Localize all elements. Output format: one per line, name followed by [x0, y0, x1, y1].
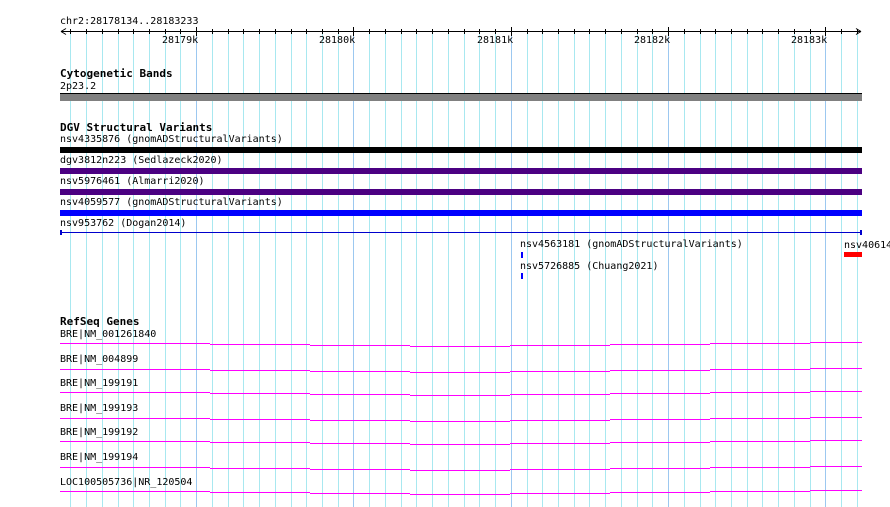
dgv-feature[interactable]	[521, 273, 523, 279]
dgv-label: nsv4059577 (gnomADStructuralVariants)	[60, 197, 283, 208]
dgv-label: dgv3812n223 (Sedlazeck2020)	[60, 155, 223, 166]
gene-label: BRE|NM_001261840	[60, 329, 157, 340]
dgv-feature[interactable]	[60, 189, 862, 195]
gene-label: LOC100505736|NR_120504	[60, 476, 193, 488]
gene-label: BRE|NM_199191	[60, 378, 139, 390]
dgv-label: nsv5976461 (Almarri2020)	[60, 176, 205, 187]
dgv-label: nsv5726885 (Chuang2021)	[520, 261, 659, 272]
dgv-feature[interactable]	[521, 252, 523, 258]
dgv-feature[interactable]	[60, 232, 862, 233]
feature-end-tick	[60, 230, 62, 235]
track-title-cytobands: Cytogenetic Bands	[60, 67, 173, 80]
dgv-feature[interactable]	[60, 168, 862, 174]
cytoband-label: 2p23.2	[60, 81, 97, 92]
dgv-feature[interactable]	[60, 210, 862, 216]
gene-label: BRE|NM_199192	[60, 427, 139, 439]
dgv-feature[interactable]	[60, 147, 862, 153]
dgv-feature[interactable]	[844, 252, 862, 257]
track-title-dgv: DGV Structural Variants	[60, 121, 213, 134]
gene-label: BRE|NM_199194	[60, 452, 139, 463]
ruler-tick-label: 28182k	[634, 35, 671, 46]
dgv-label: nsv953762 (Dogan2014)	[60, 218, 187, 229]
track-title-refseq: RefSeq Genes	[60, 315, 140, 328]
gene-label: BRE|NM_004899	[60, 353, 139, 365]
dgv-label: nsv4335876 (gnomADStructuralVariants)	[60, 134, 283, 145]
ruler-tick-label: 28179k	[162, 35, 199, 46]
region-label: chr2:28178134..28183233	[60, 16, 199, 27]
dgv-label: nsv40614	[844, 240, 890, 251]
cytoband-bar[interactable]	[60, 93, 862, 101]
gene-label: BRE|NM_199193	[60, 402, 139, 414]
ruler-tick-label: 28183k	[791, 35, 828, 46]
feature-end-tick	[860, 230, 862, 235]
dgv-label: nsv4563181 (gnomADStructuralVariants)	[520, 239, 743, 250]
ruler-tick-label: 28181k	[477, 35, 514, 46]
genome-browser: chr2:28178134..28183233 28179k 28180k 2818…	[0, 0, 890, 507]
ruler-tick-label: 28180k	[319, 35, 356, 46]
